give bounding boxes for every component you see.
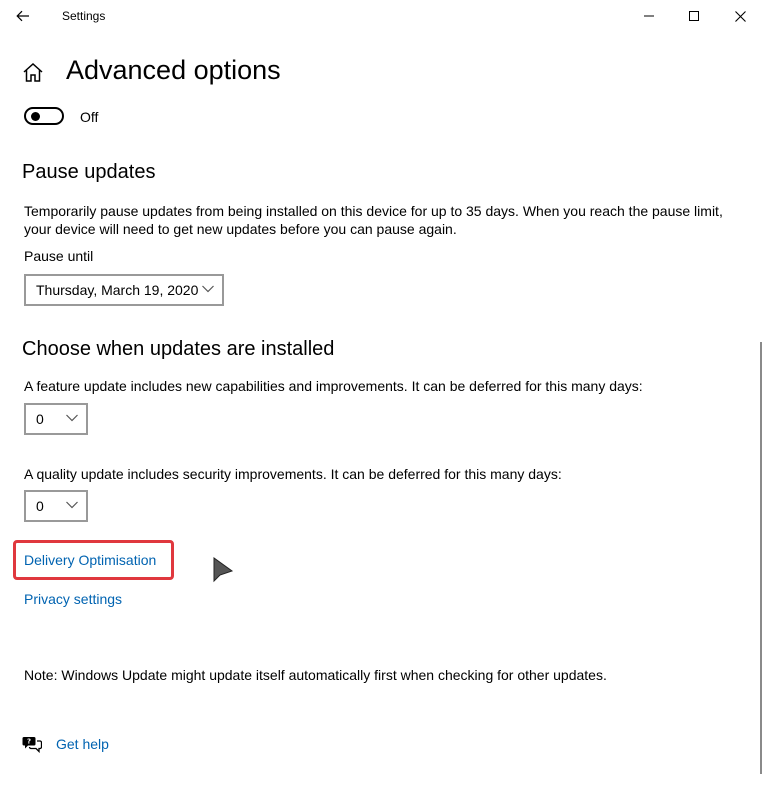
svg-text:?: ? bbox=[27, 738, 31, 746]
get-help-button[interactable]: ? Get help bbox=[22, 735, 109, 753]
minimize-button[interactable] bbox=[626, 0, 672, 32]
updates-toggle[interactable] bbox=[24, 107, 64, 125]
get-help-icon: ? bbox=[22, 737, 42, 753]
toggle-state-label: Off bbox=[80, 109, 99, 125]
pause-until-dropdown[interactable]: Thursday, March 19, 2020 bbox=[24, 274, 224, 306]
pause-description-line-1: Temporarily pause updates from being ins… bbox=[24, 203, 723, 219]
minimize-icon bbox=[644, 15, 654, 17]
pause-description-line-2: your device will need to get new updates… bbox=[24, 221, 457, 237]
chevron-down-icon bbox=[66, 501, 78, 509]
feature-defer-value: 0 bbox=[36, 411, 44, 427]
chevron-down-icon bbox=[202, 285, 214, 293]
quality-defer-dropdown[interactable]: 0 bbox=[24, 490, 88, 522]
privacy-settings-link[interactable]: Privacy settings bbox=[24, 591, 122, 607]
chevron-down-icon bbox=[66, 414, 78, 422]
close-icon bbox=[734, 10, 746, 22]
window-title: Settings bbox=[62, 9, 106, 23]
close-button[interactable] bbox=[717, 0, 763, 32]
toggle-knob bbox=[31, 112, 40, 121]
delivery-optimisation-link[interactable]: Delivery Optimisation bbox=[24, 552, 156, 568]
quality-update-description: A quality update includes security impro… bbox=[24, 466, 562, 482]
page-title: Advanced options bbox=[66, 55, 281, 85]
quality-defer-value: 0 bbox=[36, 498, 44, 514]
pause-until-value: Thursday, March 19, 2020 bbox=[36, 282, 199, 298]
feature-defer-dropdown[interactable]: 0 bbox=[24, 403, 88, 435]
mouse-cursor-icon bbox=[213, 557, 234, 583]
choose-when-heading: Choose when updates are installed bbox=[22, 338, 335, 360]
back-arrow-icon bbox=[16, 10, 29, 22]
maximize-button[interactable] bbox=[671, 0, 717, 32]
home-icon bbox=[23, 62, 43, 82]
pause-updates-heading: Pause updates bbox=[22, 161, 156, 183]
scrollbar[interactable] bbox=[760, 342, 762, 774]
pause-updates-description: Temporarily pause updates from being ins… bbox=[24, 202, 723, 238]
home-button[interactable] bbox=[22, 62, 46, 84]
back-button[interactable] bbox=[8, 4, 38, 28]
maximize-icon bbox=[689, 11, 699, 21]
pause-until-label: Pause until bbox=[24, 248, 94, 264]
get-help-label: Get help bbox=[56, 736, 109, 752]
windows-update-note: Note: Windows Update might update itself… bbox=[24, 667, 607, 683]
feature-update-description: A feature update includes new capabiliti… bbox=[24, 378, 643, 394]
